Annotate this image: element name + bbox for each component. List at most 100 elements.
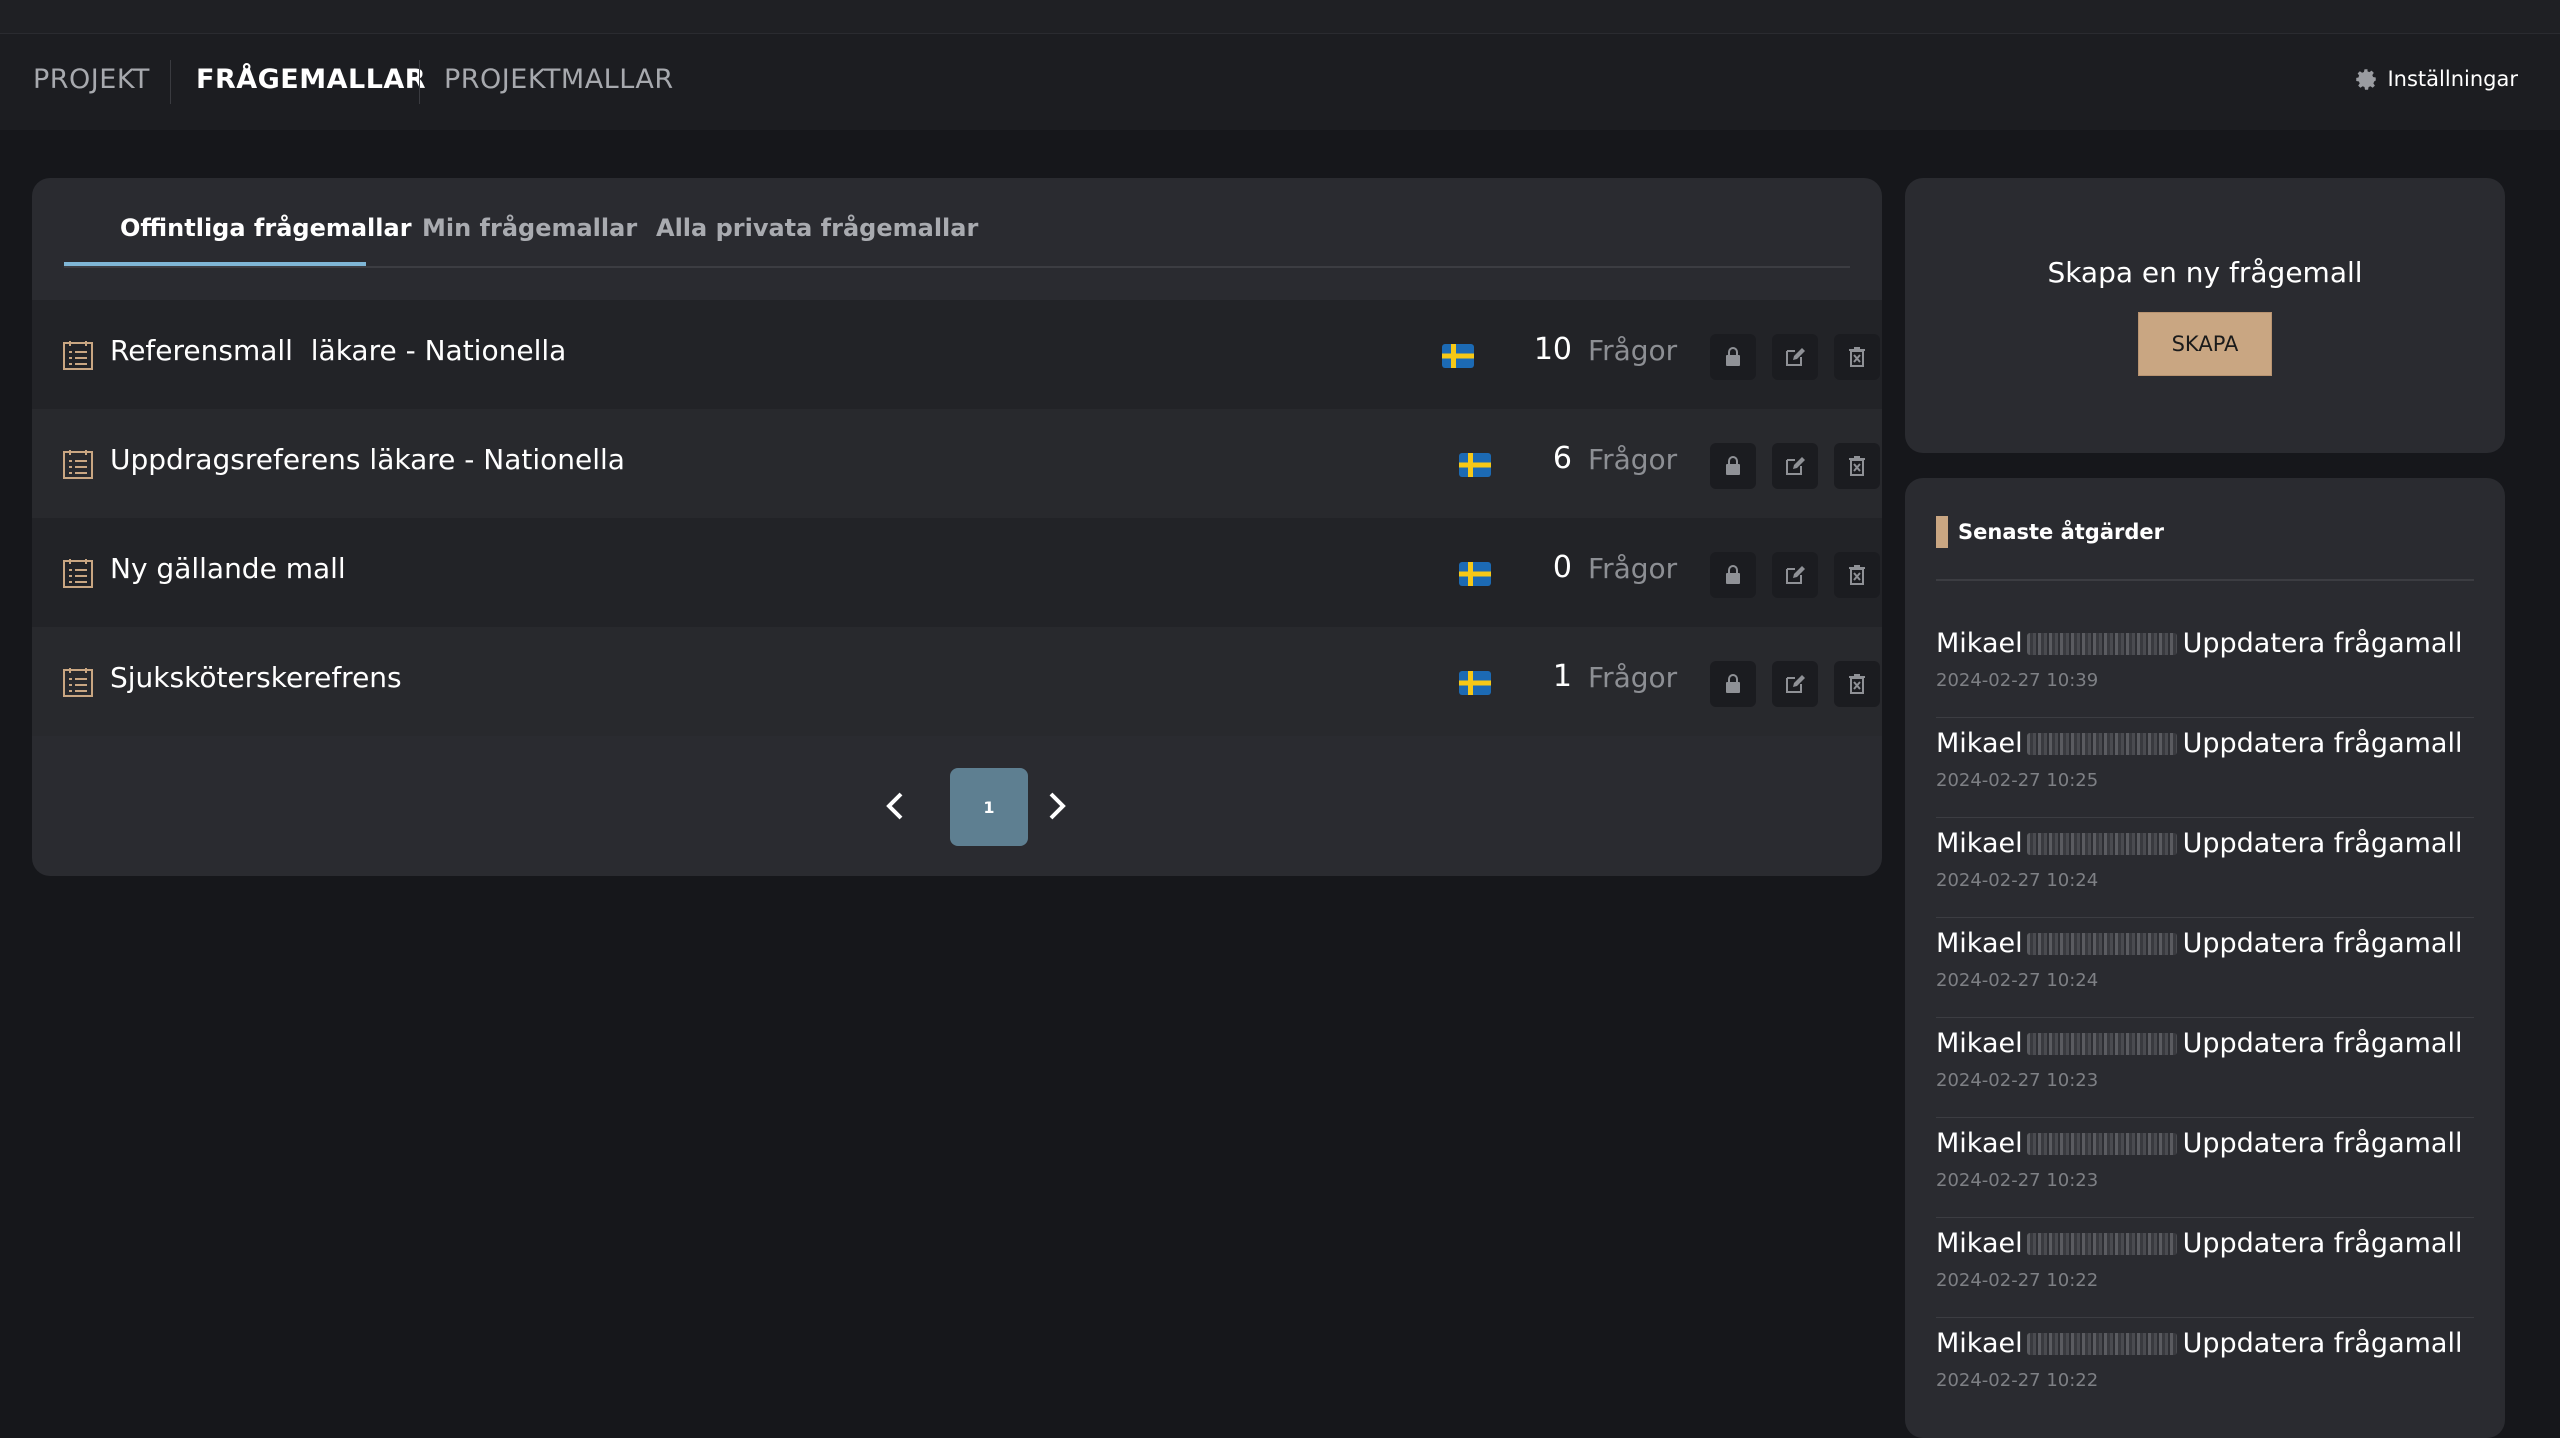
- recent-entry: Mikael Uppdatera frågamall 2024-02-27 10:…: [1936, 718, 2474, 818]
- lock-icon: [1726, 674, 1740, 693]
- trash-icon: [1849, 674, 1865, 694]
- tab-my-templates[interactable]: Min frågemallar: [422, 214, 637, 242]
- edit-button[interactable]: [1772, 661, 1818, 707]
- divider: [1936, 579, 2474, 581]
- redacted-name: [2026, 1033, 2177, 1055]
- question-count: 6: [1552, 441, 1572, 476]
- entry-user: Mikael: [1936, 1028, 2023, 1059]
- entry-action: Uppdatera frågamall: [2182, 1128, 2463, 1159]
- entry-user: Mikael: [1936, 828, 2023, 859]
- nav-divider: [170, 60, 171, 104]
- redacted-name: [2026, 833, 2177, 855]
- question-count: 1: [1552, 659, 1572, 694]
- sweden-flag-icon: [1459, 453, 1491, 477]
- template-title[interactable]: Ny gällande mall: [110, 552, 346, 585]
- recent-entry: Mikael Uppdatera frågamall 2024-02-27 10:…: [1936, 1218, 2474, 1318]
- edit-button[interactable]: [1772, 552, 1818, 598]
- chevron-right-icon[interactable]: [1036, 786, 1076, 826]
- entry-action: Uppdatera frågamall: [2182, 628, 2463, 659]
- entry-user: Mikael: [1936, 928, 2023, 959]
- edit-icon: [1786, 457, 1805, 475]
- nav-fragemallar[interactable]: FRÅGEMALLAR: [196, 64, 426, 95]
- delete-button[interactable]: [1834, 334, 1880, 380]
- redacted-name: [2026, 1133, 2177, 1155]
- entry-action: Uppdatera frågamall: [2182, 1328, 2463, 1359]
- entry-action: Uppdatera frågamall: [2182, 728, 2463, 759]
- tab-all-private-templates[interactable]: Alla privata frågemallar: [656, 214, 978, 242]
- entry-timestamp: 2024-02-27 10:23: [1936, 1170, 2099, 1191]
- trash-icon: [1849, 456, 1865, 476]
- template-row[interactable]: Sjuksköterskerefrens 1 Frågor: [32, 627, 1882, 736]
- question-count: 10: [1533, 332, 1572, 367]
- entry-action: Uppdatera frågamall: [2182, 1228, 2463, 1259]
- template-title[interactable]: Sjuksköterskerefrens: [110, 661, 402, 694]
- edit-icon: [1786, 675, 1805, 693]
- create-button[interactable]: SKAPA: [2138, 312, 2272, 376]
- trash-icon: [1849, 565, 1865, 585]
- trash-icon: [1849, 347, 1865, 367]
- accent-bar: [1936, 516, 1948, 548]
- redacted-name: [2026, 633, 2177, 655]
- tab-public-templates[interactable]: Offintliga frågemallar: [120, 214, 412, 242]
- entry-action: Uppdatera frågamall: [2182, 828, 2463, 859]
- lock-button[interactable]: [1710, 334, 1756, 380]
- template-row[interactable]: Referensmall läkare - Nationella 10 Fråg…: [32, 300, 1882, 409]
- settings-button[interactable]: Inställningar: [2353, 66, 2518, 92]
- lock-icon: [1726, 456, 1740, 475]
- redacted-name: [2026, 733, 2177, 755]
- template-list-icon: [63, 450, 93, 479]
- recent-entry: Mikael Uppdatera frågamall 2024-02-27 10:…: [1936, 618, 2474, 718]
- recent-entry: Mikael Uppdatera frågamall 2024-02-27 10:…: [1936, 1118, 2474, 1218]
- redacted-name: [2026, 1333, 2177, 1355]
- nav-projekt[interactable]: PROJEKT: [33, 64, 150, 95]
- entry-user: Mikael: [1936, 1328, 2023, 1359]
- nav-divider: [419, 60, 420, 104]
- recent-actions-header: Senaste åtgärder: [1936, 516, 2164, 548]
- template-list-icon: [63, 559, 93, 588]
- entry-user: Mikael: [1936, 1228, 2023, 1259]
- template-row[interactable]: Ny gällande mall 0 Frågor: [32, 518, 1882, 627]
- template-row[interactable]: Uppdragsreferens läkare - Nationella 6 F…: [32, 409, 1882, 518]
- template-title[interactable]: Referensmall läkare - Nationella: [110, 334, 566, 367]
- entry-timestamp: 2024-02-27 10:39: [1936, 670, 2099, 691]
- question-count: 0: [1552, 550, 1572, 585]
- pagination: 1: [32, 768, 1882, 848]
- edit-button[interactable]: [1772, 334, 1818, 380]
- entry-timestamp: 2024-02-27 10:24: [1936, 970, 2099, 991]
- edit-button[interactable]: [1772, 443, 1818, 489]
- sweden-flag-icon: [1442, 344, 1474, 368]
- nav-projektmallar[interactable]: PROJEKTMALLAR: [444, 64, 674, 95]
- window-top-strip: [0, 0, 2560, 34]
- sweden-flag-icon: [1459, 671, 1491, 695]
- redacted-name: [2026, 933, 2177, 955]
- entry-user: Mikael: [1936, 628, 2023, 659]
- recent-entry: Mikael Uppdatera frågamall 2024-02-27 10:…: [1936, 918, 2474, 1018]
- active-tab-indicator: [64, 262, 366, 266]
- template-list-icon: [63, 341, 93, 370]
- chevron-left-icon[interactable]: [876, 786, 916, 826]
- entry-action: Uppdatera frågamall: [2182, 928, 2463, 959]
- entry-user: Mikael: [1936, 728, 2023, 759]
- sweden-flag-icon: [1459, 562, 1491, 586]
- settings-label: Inställningar: [2387, 67, 2518, 91]
- entry-timestamp: 2024-02-27 10:25: [1936, 770, 2099, 791]
- lock-button[interactable]: [1710, 552, 1756, 598]
- gear-icon: [2356, 69, 2377, 90]
- create-template-panel: Skapa en ny frågemall SKAPA: [1905, 178, 2505, 453]
- redacted-name: [2026, 1233, 2177, 1255]
- entry-timestamp: 2024-02-27 10:23: [1936, 1070, 2099, 1091]
- delete-button[interactable]: [1834, 552, 1880, 598]
- entry-action: Uppdatera frågamall: [2182, 1028, 2463, 1059]
- delete-button[interactable]: [1834, 661, 1880, 707]
- question-unit: Frågor: [1588, 552, 1678, 585]
- lock-button[interactable]: [1710, 443, 1756, 489]
- page-current[interactable]: 1: [950, 768, 1028, 846]
- template-tabs: Offintliga frågemallar Min frågemallar A…: [64, 178, 1850, 268]
- lock-button[interactable]: [1710, 661, 1756, 707]
- delete-button[interactable]: [1834, 443, 1880, 489]
- template-title[interactable]: Uppdragsreferens läkare - Nationella: [110, 443, 625, 476]
- create-template-title: Skapa en ny frågemall: [2047, 256, 2363, 289]
- template-list-icon: [63, 668, 93, 697]
- recent-entry: Mikael Uppdatera frågamall 2024-02-27 10:…: [1936, 1318, 2474, 1418]
- lock-icon: [1726, 347, 1740, 366]
